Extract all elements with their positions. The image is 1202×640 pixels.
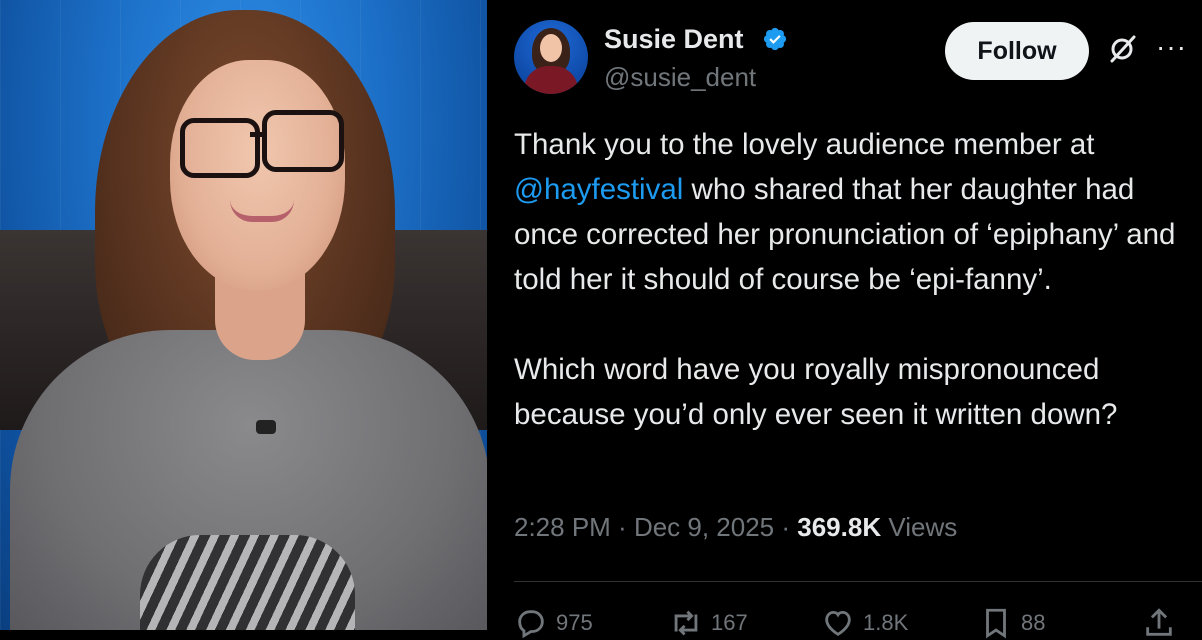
- photo-glasses-bridge: [250, 132, 264, 137]
- bookmark-icon: [986, 608, 1006, 639]
- more-icon[interactable]: ···: [1156, 33, 1187, 61]
- follow-button[interactable]: Follow: [945, 22, 1089, 80]
- tweet-paragraph-1: Thank you to the lovely audience member …: [514, 122, 1194, 302]
- photo-tiger-print: [140, 535, 355, 630]
- avatar-body: [524, 66, 578, 94]
- repost-icon: [674, 610, 698, 636]
- bookmark-count: 88: [1021, 610, 1046, 635]
- views-label: Views: [881, 512, 958, 542]
- tweet-card: Susie Dent @susie_dent Follow ··· Thank …: [487, 0, 1202, 639]
- tweet-paragraph-2: Which word have you royally mispronounce…: [514, 353, 1118, 431]
- photo-lapel-mic: [256, 420, 276, 434]
- divider: [514, 581, 1202, 582]
- share-icon: [1146, 608, 1172, 636]
- author-handle[interactable]: @susie_dent: [604, 62, 756, 93]
- tweet-text: Thank you to the lovely audience member …: [514, 122, 1194, 437]
- like-count: 1.8K: [863, 610, 909, 635]
- author-avatar[interactable]: [514, 20, 588, 94]
- views-count: 369.8K: [797, 512, 882, 542]
- tweet-date[interactable]: Dec 9, 2025: [634, 512, 774, 542]
- repost-button[interactable]: 167: [669, 606, 748, 640]
- action-bar: 975 167 1.8K 88: [514, 606, 1189, 639]
- meta-separator: ·: [610, 512, 634, 542]
- share-button[interactable]: [1142, 606, 1184, 640]
- bookmark-button[interactable]: 88: [979, 606, 1045, 640]
- reply-icon: [518, 610, 544, 639]
- mention-link[interactable]: @hayfestival: [514, 173, 683, 206]
- photo-panel: [0, 0, 487, 630]
- reply-count: 975: [556, 610, 593, 635]
- tweet-meta: 2:28 PM · Dec 9, 2025 · 369.8K Views: [514, 512, 957, 543]
- tweet-text-start: Thank you to the lovely audience member …: [514, 128, 1095, 161]
- grok-icon[interactable]: [1107, 34, 1137, 64]
- reply-button[interactable]: 975: [514, 606, 593, 640]
- photo-glasses-left: [180, 118, 260, 178]
- author-name[interactable]: Susie Dent: [604, 24, 744, 55]
- meta-separator: ·: [774, 512, 798, 542]
- like-button[interactable]: 1.8K: [821, 606, 908, 640]
- like-icon: [825, 610, 851, 636]
- verified-badge-icon: [763, 27, 787, 51]
- tweet-time[interactable]: 2:28 PM: [514, 512, 611, 542]
- avatar-face: [540, 34, 562, 62]
- repost-count: 167: [711, 610, 748, 635]
- photo-glasses-right: [262, 110, 344, 172]
